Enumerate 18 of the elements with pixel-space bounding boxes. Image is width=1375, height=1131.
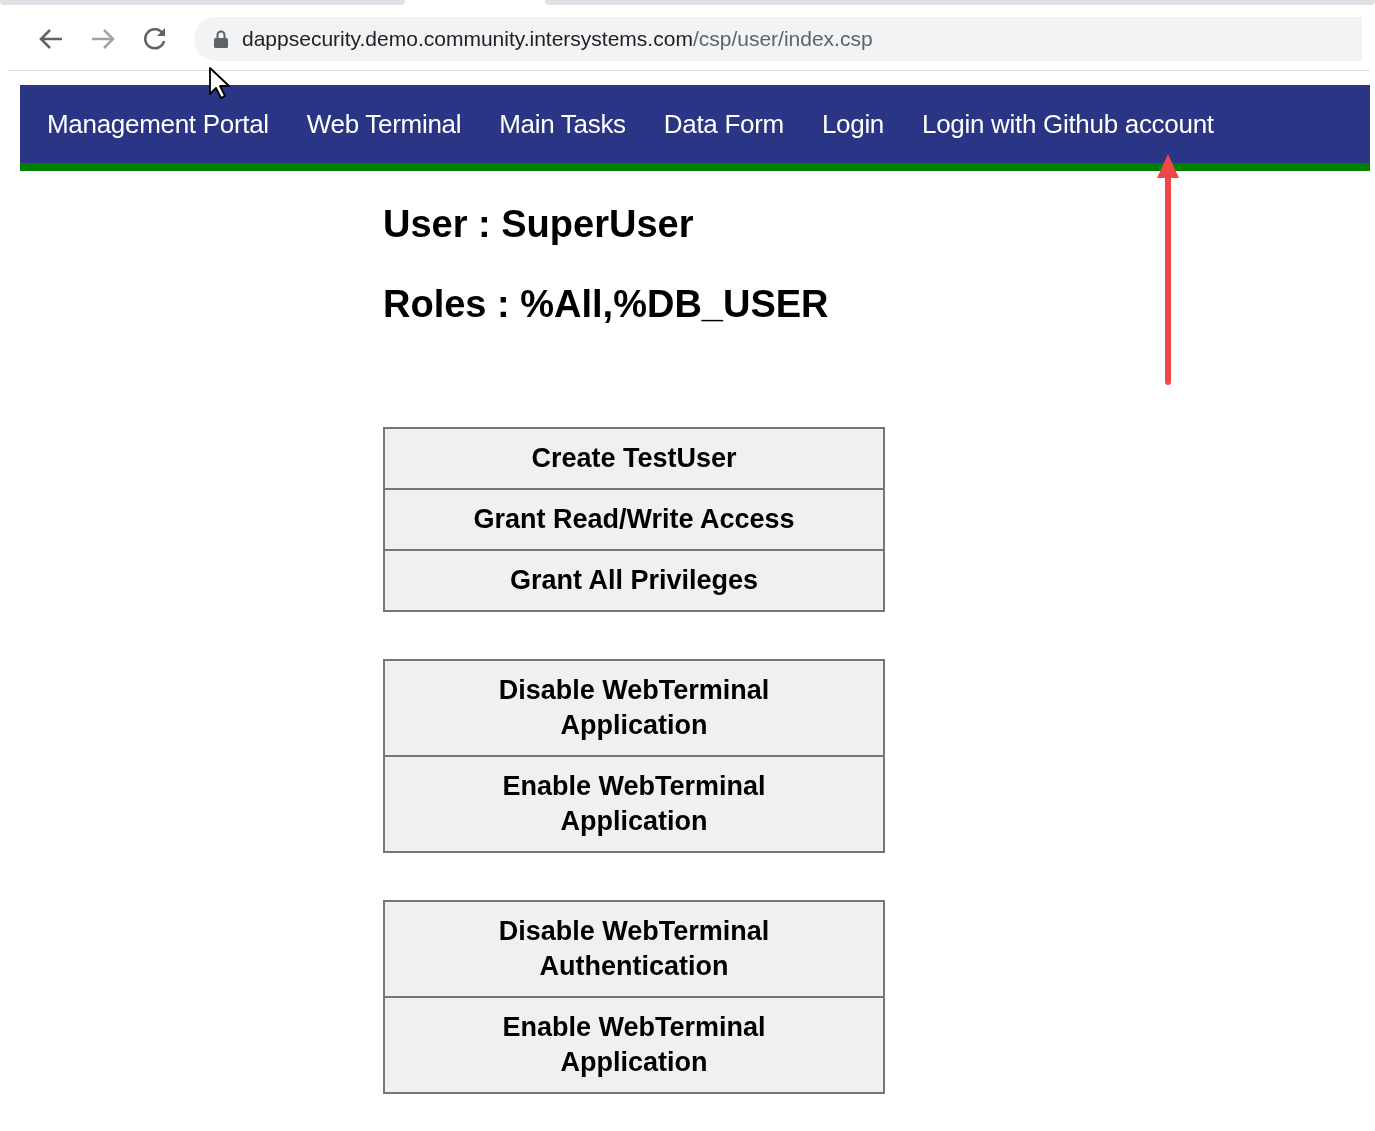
action-button[interactable]: Grant Read/Write Access — [383, 489, 885, 550]
nav-link[interactable]: Management Portal — [28, 108, 288, 140]
nav-link[interactable]: Main Tasks — [480, 108, 645, 140]
nav-link[interactable]: Web Terminal — [287, 108, 481, 140]
action-button[interactable]: Create TestUser — [383, 427, 885, 489]
action-button[interactable]: Disable WebTerminal Authentication — [383, 900, 885, 997]
action-button[interactable]: Grant All Privileges — [383, 550, 885, 612]
nav-link[interactable]: Login with Github account — [903, 108, 1233, 140]
nav-link[interactable]: Data Form — [644, 108, 803, 140]
user-heading: User : SuperUser — [383, 202, 695, 247]
nav-link[interactable]: Login — [802, 108, 904, 140]
action-button[interactable]: Enable WebTerminal Application — [383, 756, 885, 853]
action-button[interactable]: Disable WebTerminal Application — [383, 659, 885, 756]
action-button[interactable]: Enable WebTerminal Application — [383, 997, 885, 1094]
address-bar[interactable]: dappsecurity.demo.community.intersystems.com/csp/user/index.csp — [194, 17, 1362, 61]
mouse-cursor-icon — [208, 66, 232, 100]
lock-icon — [214, 30, 228, 48]
roles-heading: Roles : %All,%DB_USER — [383, 282, 830, 327]
